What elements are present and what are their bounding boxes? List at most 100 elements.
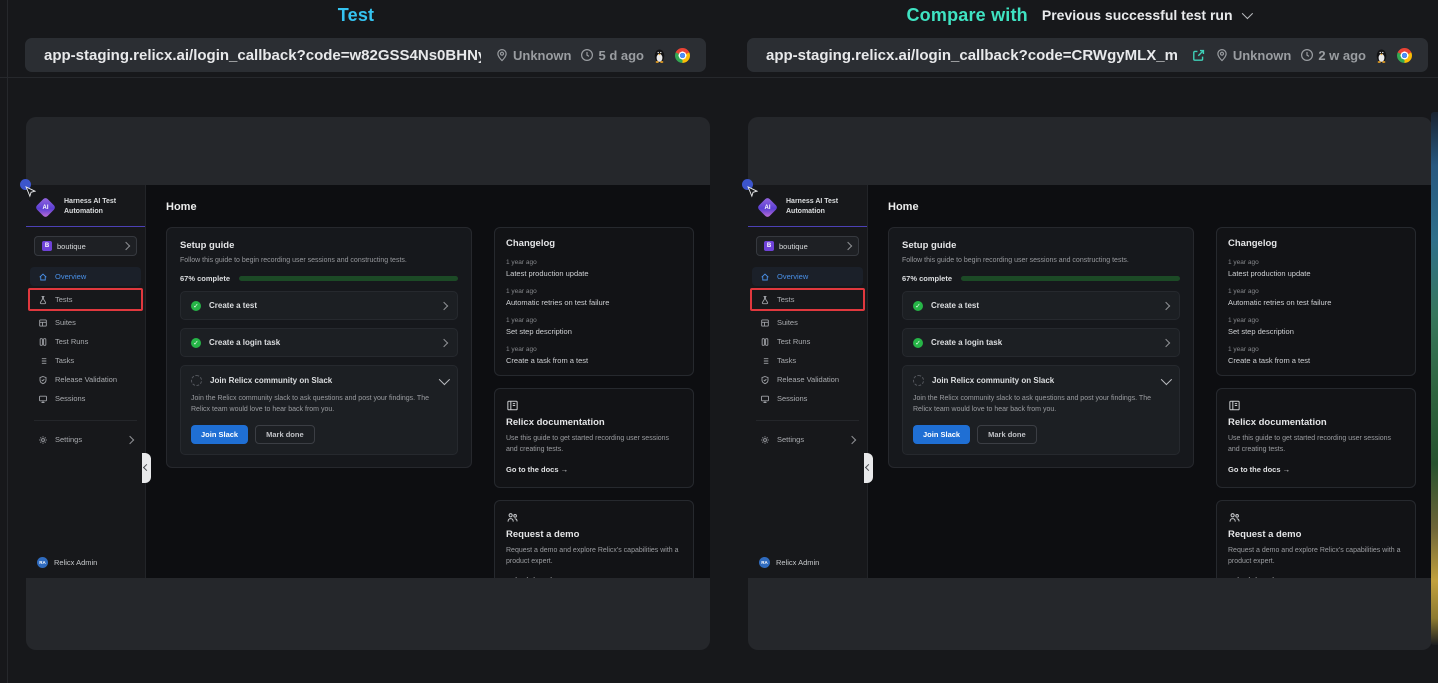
request-demo-card: Request a demo Request a demo and explor… xyxy=(1216,500,1416,578)
brand: AI Harness AI Test Automation xyxy=(748,193,867,219)
join-slack-button[interactable]: Join Slack xyxy=(191,425,248,444)
sidebar-item-overview[interactable]: Overview xyxy=(30,267,141,286)
setup-item-create-test[interactable]: ✓ Create a test xyxy=(902,291,1180,320)
chrome-icon xyxy=(1397,48,1412,63)
sidebar-item-sessions[interactable]: Sessions xyxy=(752,389,863,408)
join-slack-header[interactable]: Join Relicx community on Slack xyxy=(913,375,1169,386)
sidebar-item-tasks[interactable]: Tasks xyxy=(752,351,863,370)
sidebar-item-test-runs[interactable]: Test Runs xyxy=(30,332,141,351)
join-slack-button[interactable]: Join Slack xyxy=(913,425,970,444)
avatar: RA xyxy=(37,557,48,568)
setup-guide-subtitle: Follow this guide to begin recording use… xyxy=(902,257,1180,264)
sidebar-item-overview[interactable]: Overview xyxy=(752,267,863,286)
project-selector[interactable]: B boutique xyxy=(34,236,137,256)
sidebar-item-test-runs[interactable]: Test Runs xyxy=(752,332,863,351)
changelog-title: Changelog xyxy=(506,238,682,249)
user-menu[interactable]: RA Relicx Admin xyxy=(748,557,867,568)
brand-name: Harness AI Test Automation xyxy=(786,197,848,217)
book-icon xyxy=(1228,399,1241,412)
mark-done-button[interactable]: Mark done xyxy=(255,425,315,444)
sidebar-collapse-handle[interactable] xyxy=(142,453,151,483)
sidebar-item-tests[interactable]: Tests xyxy=(28,288,143,311)
unchecked-circle-icon xyxy=(191,375,202,386)
app-main: Home Setup guide Follow this guide to be… xyxy=(146,185,710,578)
project-badge: B xyxy=(764,241,774,251)
compare-run-select[interactable]: Previous successful test run xyxy=(1042,7,1250,23)
schedule-demo-link[interactable]: Schedule a demo → xyxy=(1228,576,1299,578)
list-icon xyxy=(760,356,770,366)
check-circle-icon: ✓ xyxy=(913,301,923,311)
chevron-right-icon xyxy=(1162,301,1170,309)
sidebar-divider xyxy=(748,226,867,227)
sidebar-item-settings[interactable]: Settings xyxy=(752,430,863,449)
check-circle-icon: ✓ xyxy=(191,301,201,311)
location-badge: Unknown xyxy=(1215,48,1292,63)
project-name: boutique xyxy=(57,242,118,251)
shield-icon xyxy=(38,375,48,385)
changelog-entry: 1 year ago Latest production update xyxy=(1228,259,1404,278)
unchecked-circle-icon xyxy=(913,375,924,386)
setup-item-join-slack: Join Relicx community on Slack Join the … xyxy=(180,365,458,455)
people-icon xyxy=(1228,511,1241,524)
next-screenshot-edge xyxy=(1431,112,1438,645)
join-slack-description: Join the Relicx community slack to ask q… xyxy=(191,394,429,416)
changelog-card: Changelog 1 year ago Latest production u… xyxy=(1216,227,1416,376)
book-icon xyxy=(506,399,519,412)
setup-guide-subtitle: Follow this guide to begin recording use… xyxy=(180,257,458,264)
sidebar-item-release-validation[interactable]: Release Validation xyxy=(30,370,141,389)
app-screenshot: AI Harness AI Test Automation B boutique… xyxy=(26,185,710,578)
setup-item-create-login-task[interactable]: ✓ Create a login task xyxy=(180,328,458,357)
grid-icon xyxy=(760,318,770,328)
sidebar-divider xyxy=(26,226,145,227)
go-to-docs-link[interactable]: Go to the docs → xyxy=(506,465,568,474)
sidebar-item-tasks[interactable]: Tasks xyxy=(30,351,141,370)
join-slack-header[interactable]: Join Relicx community on Slack xyxy=(191,375,447,386)
join-slack-description: Join the Relicx community slack to ask q… xyxy=(913,394,1151,416)
go-to-docs-link[interactable]: Go to the docs → xyxy=(1228,465,1290,474)
shield-icon xyxy=(760,375,770,385)
gear-icon xyxy=(760,435,770,445)
app-sidebar: AI Harness AI Test Automation B boutique… xyxy=(26,185,146,578)
changelog-entry: 1 year ago Set step description xyxy=(1228,317,1404,336)
chevron-right-icon xyxy=(440,338,448,346)
progress-bar xyxy=(961,276,1180,281)
age-badge: 5 d ago xyxy=(580,48,644,63)
chevron-right-icon xyxy=(848,436,856,444)
progress-label: 67% complete xyxy=(902,274,952,283)
linux-penguin-icon xyxy=(653,48,666,63)
check-circle-icon: ✓ xyxy=(913,338,923,348)
sidebar-item-suites[interactable]: Suites xyxy=(30,313,141,332)
sidebar-item-suites[interactable]: Suites xyxy=(752,313,863,332)
user-name: Relicx Admin xyxy=(54,558,97,567)
sidebar-divider xyxy=(34,420,137,421)
home-icon xyxy=(38,272,48,282)
monitor-icon xyxy=(760,394,770,404)
setup-item-create-login-task[interactable]: ✓ Create a login task xyxy=(902,328,1180,357)
schedule-demo-link[interactable]: Schedule a demo → xyxy=(506,576,577,578)
mark-done-button[interactable]: Mark done xyxy=(977,425,1037,444)
changelog-entry: 1 year ago Create a task from a test xyxy=(506,346,682,365)
sidebar-item-settings[interactable]: Settings xyxy=(30,430,141,449)
changelog-card: Changelog 1 year ago Latest production u… xyxy=(494,227,694,376)
request-demo-card: Request a demo Request a demo and explor… xyxy=(494,500,694,578)
project-name: boutique xyxy=(779,242,840,251)
user-menu[interactable]: RA Relicx Admin xyxy=(26,557,145,568)
chevron-down-icon xyxy=(1161,373,1172,384)
sidebar-collapse-handle[interactable] xyxy=(864,453,873,483)
documentation-card: Relicx documentation Use this guide to g… xyxy=(1216,388,1416,488)
setup-item-create-test[interactable]: ✓ Create a test xyxy=(180,291,458,320)
sidebar-item-release-validation[interactable]: Release Validation xyxy=(752,370,863,389)
project-selector[interactable]: B boutique xyxy=(756,236,859,256)
compare-url-bar[interactable]: app-staging.relicx.ai/login_callback?cod… xyxy=(747,38,1428,72)
brand-name: Harness AI Test Automation xyxy=(64,197,126,217)
sidebar-item-tests[interactable]: Tests xyxy=(750,288,865,311)
sidebar-item-sessions[interactable]: Sessions xyxy=(30,389,141,408)
test-url-bar[interactable]: app-staging.relicx.ai/login_callback?cod… xyxy=(25,38,706,72)
chevron-down-icon xyxy=(1241,8,1252,19)
clock-icon xyxy=(1300,48,1314,62)
changelog-title: Changelog xyxy=(1228,238,1404,249)
external-link-icon[interactable] xyxy=(1191,48,1206,63)
setup-item-join-slack: Join Relicx community on Slack Join the … xyxy=(902,365,1180,455)
project-badge: B xyxy=(42,241,52,251)
app-sidebar: AI Harness AI Test Automation B boutique… xyxy=(748,185,868,578)
